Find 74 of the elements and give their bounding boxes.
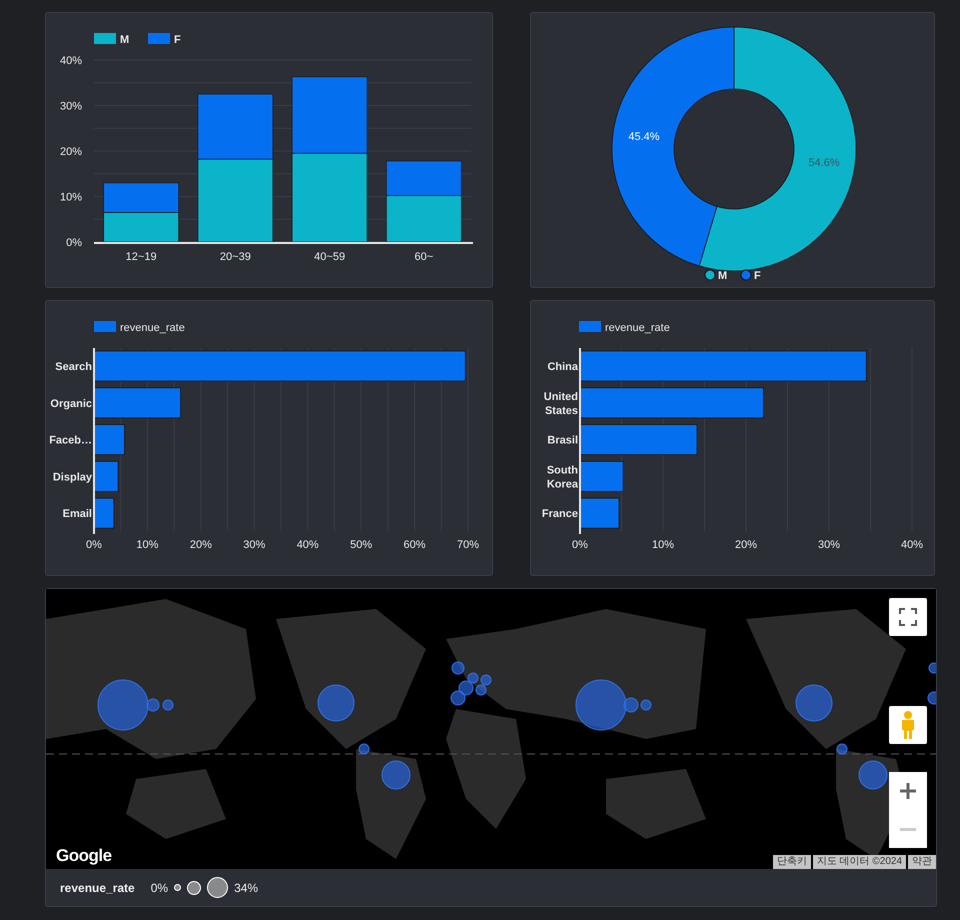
bubble-marker [382,760,410,790]
axis-tick-label: 20% [734,539,758,551]
bar [580,461,624,492]
legend-label: revenue_rate [605,322,670,334]
bubble-size-icon [174,884,182,891]
bubble-marker [318,684,354,722]
axis-category-label: South Korea [546,464,578,490]
axis-tick-label: 20% [190,539,212,551]
axis-tick-label: 10% [136,539,158,551]
legend-dot-icon [740,270,752,280]
axis-tick-label: 40% [900,539,924,551]
bubble-marker [928,692,936,704]
legend-label: F [174,34,181,46]
axis-tick-label: 30% [818,539,840,551]
axis-category-label: Organic [50,398,92,410]
data-label: 54.6% [808,157,840,170]
axis-category-label: United States [544,390,578,417]
bubble-marker [858,760,888,790]
legend-label: F [754,270,761,282]
axis-tick-label: 70% [456,539,480,551]
axis-tick-label: 0% [572,539,588,551]
bubble-marker [796,684,832,722]
fullscreen-icon [899,608,917,626]
axis-tick-label: 30% [243,539,266,551]
data-label: 45.4% [628,130,660,143]
bubble-size-icon [187,880,202,894]
axis-tick-label: 30% [60,100,82,112]
axis-category-label: Faceb… [49,434,92,447]
bubble-size-icon [207,877,228,898]
person-icon [900,710,916,740]
legend-label: M [120,34,130,46]
axis-category-label: China [547,361,578,373]
legend-min-label: 0% [150,880,168,894]
axis-tick-label: 0% [66,237,82,249]
bar [94,461,118,492]
legend-title: revenue_rate [60,880,135,894]
legend-label: revenue_rate [120,322,185,334]
axis-tick-label: 40% [60,55,82,67]
axis-category-label: 12~19 [126,251,157,263]
axis-tick-label: 20% [60,146,82,158]
attribution-link[interactable]: 단축키 [772,855,811,869]
attribution-link[interactable]: 약관 [908,855,936,869]
axis-tick-label: 10% [60,192,82,204]
axis-category-label: 60~ [414,251,434,263]
axis-category-label: Display [52,471,92,484]
bubble-marker [450,690,466,706]
axis-tick-label: 40% [296,539,319,551]
bar [580,498,620,529]
bubble-marker [928,662,936,674]
legend-swatch-icon [94,321,116,332]
bar [94,424,125,455]
legend-max-label: 34% [234,880,258,894]
fullscreen-button[interactable] [889,598,927,636]
legend-swatch-icon [94,33,116,44]
axis-tick-label: 0% [86,539,102,551]
legend-swatch-icon [579,321,601,332]
minus-icon [900,828,916,830]
attribution-link[interactable]: 지도 데이터 ©2024 [812,855,906,869]
axis-category-label: 40~59 [314,251,346,263]
axis-category-label: France [542,508,578,520]
plus-icon [899,782,917,800]
legend-dot-icon [704,270,716,280]
bar [94,498,114,529]
axis-tick-label: 60% [404,539,426,551]
axis-category-label: Brasil [547,434,578,447]
axis-category-label: 20~39 [220,251,251,263]
legend-swatch-icon [148,33,170,44]
axis-tick-label: 10% [652,539,674,551]
bubble-marker [458,680,474,696]
legend-label: M [718,270,728,282]
map-logo: Google [56,846,112,866]
axis-tick-label: 50% [350,539,372,551]
axis-category-label: Email [62,508,92,520]
axis-category-label: Search [55,361,92,373]
